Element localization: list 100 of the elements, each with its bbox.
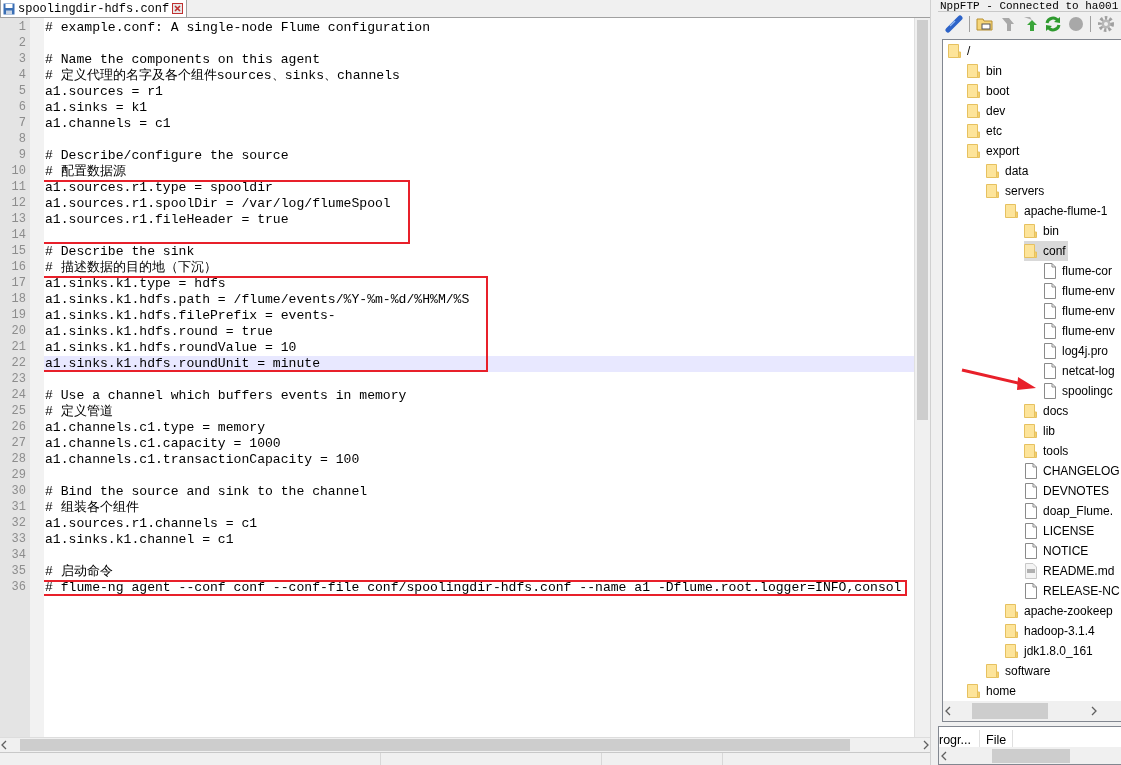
horizontal-scrollbar[interactable] <box>943 701 1121 722</box>
code-line: # Bind the source and sink to the channel <box>45 486 368 498</box>
line-number: 28 <box>10 452 27 468</box>
line-number: 23 <box>10 372 27 388</box>
tree-item[interactable]: bin <box>967 61 1004 82</box>
file-icon <box>1024 483 1038 500</box>
folder-icon <box>1024 403 1038 420</box>
tree-item[interactable]: CHANGELOG <box>1024 461 1121 482</box>
line-number: 18 <box>10 292 27 308</box>
settings-icon[interactable] <box>1097 14 1115 33</box>
tree-item[interactable]: flume-env <box>1043 281 1117 302</box>
file-icon <box>1043 343 1057 360</box>
tree-item[interactable]: apache-zookeep <box>1005 601 1115 622</box>
scroll-right-icon[interactable] <box>922 740 930 750</box>
upload-icon[interactable] <box>1022 14 1038 33</box>
tree-item[interactable]: export <box>967 141 1022 162</box>
code-line: a1.channels = c1 <box>45 118 171 130</box>
tree-item[interactable]: jdk1.8.0_161 <box>1005 641 1095 662</box>
scroll-right-icon[interactable] <box>1089 706 1099 717</box>
code-line: a1.sources.r1.type = spooldir <box>45 182 273 194</box>
file-icon <box>1024 463 1038 480</box>
folder-icon <box>986 163 1000 180</box>
folder-icon <box>967 123 981 140</box>
folder-icon <box>1024 243 1038 260</box>
folder-icon[interactable] <box>976 15 994 32</box>
tree-item[interactable]: servers <box>986 181 1047 202</box>
folder-icon <box>967 103 981 120</box>
horizontal-scrollbar[interactable] <box>0 737 930 752</box>
line-number: 20 <box>10 324 27 340</box>
tree-item[interactable]: data <box>986 161 1031 182</box>
tree-item[interactable]: lib <box>1024 421 1057 442</box>
code-line: a1.sinks.k1.channel = c1 <box>45 534 234 546</box>
tree-item[interactable]: software <box>986 661 1053 682</box>
scroll-left-icon[interactable] <box>943 706 953 717</box>
folder-icon <box>967 143 981 160</box>
code-line: a1.sinks.k1.hdfs.filePrefix = events- <box>45 310 336 322</box>
tree-item[interactable]: RELEASE-NC <box>1024 581 1121 602</box>
file-icon <box>1024 543 1038 560</box>
line-number: 8 <box>17 132 27 148</box>
code-line: a1.sinks.k1.hdfs.round = true <box>45 326 273 338</box>
folder-icon <box>967 83 981 100</box>
tab-title: spoolingdir-hdfs.conf <box>18 1 170 16</box>
tree-item[interactable]: LICENSE <box>1024 521 1097 542</box>
line-number: 22 <box>10 356 27 372</box>
tree-item[interactable]: apache-flume-1 <box>1005 201 1110 222</box>
file-icon <box>1043 303 1057 320</box>
line-number: 13 <box>10 212 27 228</box>
tree-item[interactable]: flume-env <box>1043 301 1117 322</box>
tree-item[interactable]: docs <box>1024 401 1071 422</box>
tree-item[interactable]: / <box>948 41 973 62</box>
line-number: 27 <box>10 436 27 452</box>
close-icon[interactable] <box>172 3 184 14</box>
line-number: 34 <box>10 548 27 564</box>
stop-icon[interactable] <box>1068 15 1084 32</box>
tree-item[interactable]: tools <box>1024 441 1071 462</box>
vertical-scrollbar[interactable] <box>914 18 930 737</box>
file-icon <box>1043 383 1057 400</box>
tree-item[interactable]: flume-env <box>1043 321 1117 342</box>
tree-item[interactable]: home <box>967 681 1019 702</box>
line-number: 31 <box>10 500 27 516</box>
code-line: # 配置数据源 <box>45 166 126 178</box>
tree-item[interactable]: DEVNOTES <box>1024 481 1111 502</box>
tree-item[interactable]: hadoop-3.1.4 <box>1005 621 1097 642</box>
tree-item[interactable]: doap_Flume. <box>1024 501 1116 522</box>
tree-item[interactable]: etc <box>967 121 1004 142</box>
markdown-file-icon <box>1024 563 1038 580</box>
tree-item[interactable]: bin <box>1024 221 1061 242</box>
tree-item[interactable]: conf <box>1024 241 1068 262</box>
tree-item[interactable]: NOTICE <box>1024 541 1091 562</box>
tree-item[interactable]: log4j.pro <box>1043 341 1111 362</box>
code-line: # example.conf: A single-node Flume configuration <box>45 22 431 34</box>
horizontal-scrollbar[interactable] <box>939 747 1121 764</box>
folder-icon <box>986 663 1000 680</box>
tree-item[interactable]: dev <box>967 101 1008 122</box>
line-number: 16 <box>10 260 27 276</box>
line-number: 32 <box>10 516 27 532</box>
line-number: 6 <box>17 100 27 116</box>
tree-item[interactable]: netcat-log <box>1043 361 1117 382</box>
tree-item[interactable]: README.md <box>1024 561 1117 582</box>
file-tab[interactable]: spoolingdir-hdfs.conf <box>0 0 188 17</box>
tree-item[interactable]: boot <box>967 81 1012 102</box>
line-number: 36 <box>10 580 27 596</box>
line-number: 1 <box>17 20 27 36</box>
folder-icon <box>1005 623 1019 640</box>
code-line: # 定义管道 <box>45 406 113 418</box>
line-number: 15 <box>10 244 27 260</box>
code-line: # 定义代理的名字及各个组件sources、sinks、channels <box>45 70 400 82</box>
code-line: a1.sinks.k1.hdfs.roundValue = 10 <box>45 342 297 354</box>
file-icon <box>1024 503 1038 520</box>
panel-title: NppFTP - Connected to ha001 <box>939 0 1119 11</box>
scroll-left-icon[interactable] <box>0 740 8 750</box>
scroll-left-icon[interactable] <box>939 750 949 761</box>
refresh-icon[interactable] <box>1044 14 1062 33</box>
file-icon <box>1043 323 1057 340</box>
tree-item[interactable]: flume-cor <box>1043 261 1114 282</box>
connect-icon[interactable] <box>945 14 963 33</box>
tree-item[interactable]: spoolingc <box>1043 381 1115 402</box>
line-number: 21 <box>10 340 27 356</box>
file-icon <box>1043 283 1057 300</box>
line-number: 33 <box>10 532 27 548</box>
